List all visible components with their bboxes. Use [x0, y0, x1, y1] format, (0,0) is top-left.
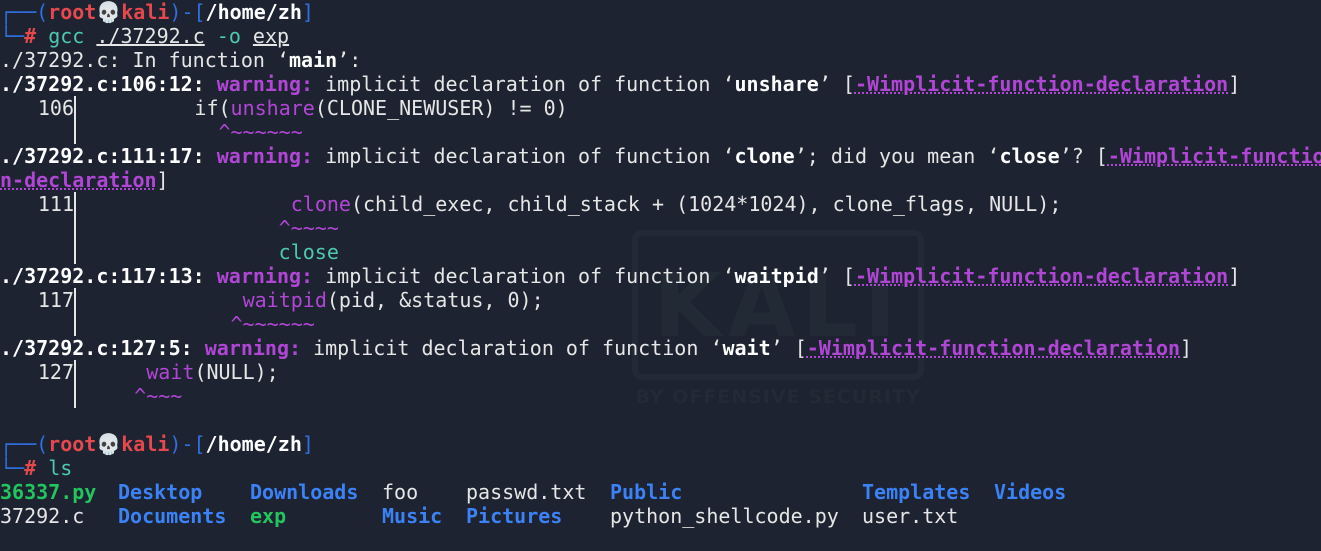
terminal-window[interactable]: KALI BY OFFENSIVE SECURITY ┌──(root💀kali…: [0, 0, 1321, 551]
warning-line-clone-wrap: n-declaration]: [0, 168, 169, 192]
ls-entry: passwd.txt: [466, 480, 587, 504]
ls-entry: python_shellcode.py: [610, 504, 839, 528]
ls-entry: Music: [382, 504, 443, 528]
code-line-111: 111 clone(child_exec, child_stack + (102…: [37, 192, 1062, 216]
prompt-line-1: ┌──(root💀kali)-[/home/zh]: [0, 0, 314, 24]
kali-watermark-tagline: BY OFFENSIVE SECURITY: [635, 386, 921, 408]
ls-entry: Documents: [118, 504, 227, 528]
warning-line-unshare: ./37292.c:106:12: warning: implicit decl…: [0, 72, 1241, 96]
command-line-ls: └─# ls: [0, 456, 73, 480]
warning-flag-link[interactable]: -Wimplicit-functio: [1108, 144, 1321, 168]
caret-line-127: ^~~~: [86, 384, 183, 408]
code-line-106: 106 if(unshare(CLONE_NEWUSER) != 0): [37, 96, 568, 120]
prompt-cwd: /home/zh: [205, 0, 302, 24]
caret-line-117: ^~~~~~~: [86, 312, 315, 336]
warning-line-clone: ./37292.c:111:17: warning: implicit decl…: [0, 144, 1321, 168]
command-line-gcc: └─# gcc ./37292.c -o exp: [0, 24, 290, 48]
skull-icon: 💀: [96, 432, 122, 456]
ls-entry: user.txt: [862, 504, 959, 528]
ls-entry: Videos: [994, 480, 1067, 504]
ls-entry: Templates: [862, 480, 971, 504]
ls-entry: Downloads: [250, 480, 359, 504]
warning-flag-link[interactable]: -Wimplicit-function-declaration: [855, 72, 1228, 96]
ls-entry: Desktop: [118, 480, 203, 504]
gcc-command: gcc: [48, 24, 85, 48]
ls-entry: exp: [250, 504, 287, 528]
gutter-bar: [74, 96, 76, 144]
prompt-user: root: [48, 0, 97, 24]
in-function-line: ./37292.c: In function ‘main’:: [0, 48, 362, 72]
skull-icon: 💀: [96, 0, 122, 24]
caret-line-111: ^~~~~: [86, 216, 339, 240]
gutter-bar: [74, 360, 76, 408]
suggestion-line-111: close: [86, 240, 339, 264]
ls-command: ls: [48, 456, 73, 480]
warning-line-waitpid: ./37292.c:117:13: warning: implicit decl…: [0, 264, 1241, 288]
ls-entry: foo: [382, 480, 419, 504]
code-line-127: 127 wait(NULL);: [37, 360, 279, 384]
ls-entry: Public: [610, 480, 683, 504]
prompt-host: kali: [121, 0, 170, 24]
warning-line-wait: ./37292.c:127:5: warning: implicit decla…: [0, 336, 1193, 360]
ls-entry: 36337.py: [0, 480, 97, 504]
gutter-bar: [74, 288, 76, 336]
gutter-bar: [74, 192, 76, 264]
code-line-117: 117 waitpid(pid, &status, 0);: [37, 288, 544, 312]
ls-entry: Pictures: [466, 504, 563, 528]
ls-entry: 37292.c: [0, 504, 85, 528]
warning-flag-link[interactable]: -Wimplicit-function-declaration: [807, 336, 1180, 360]
warning-flag-link[interactable]: -Wimplicit-function-declaration: [855, 264, 1228, 288]
prompt-line-2: ┌──(root💀kali)-[/home/zh]: [0, 432, 314, 456]
caret-line-106: ^~~~~~~: [86, 120, 303, 144]
